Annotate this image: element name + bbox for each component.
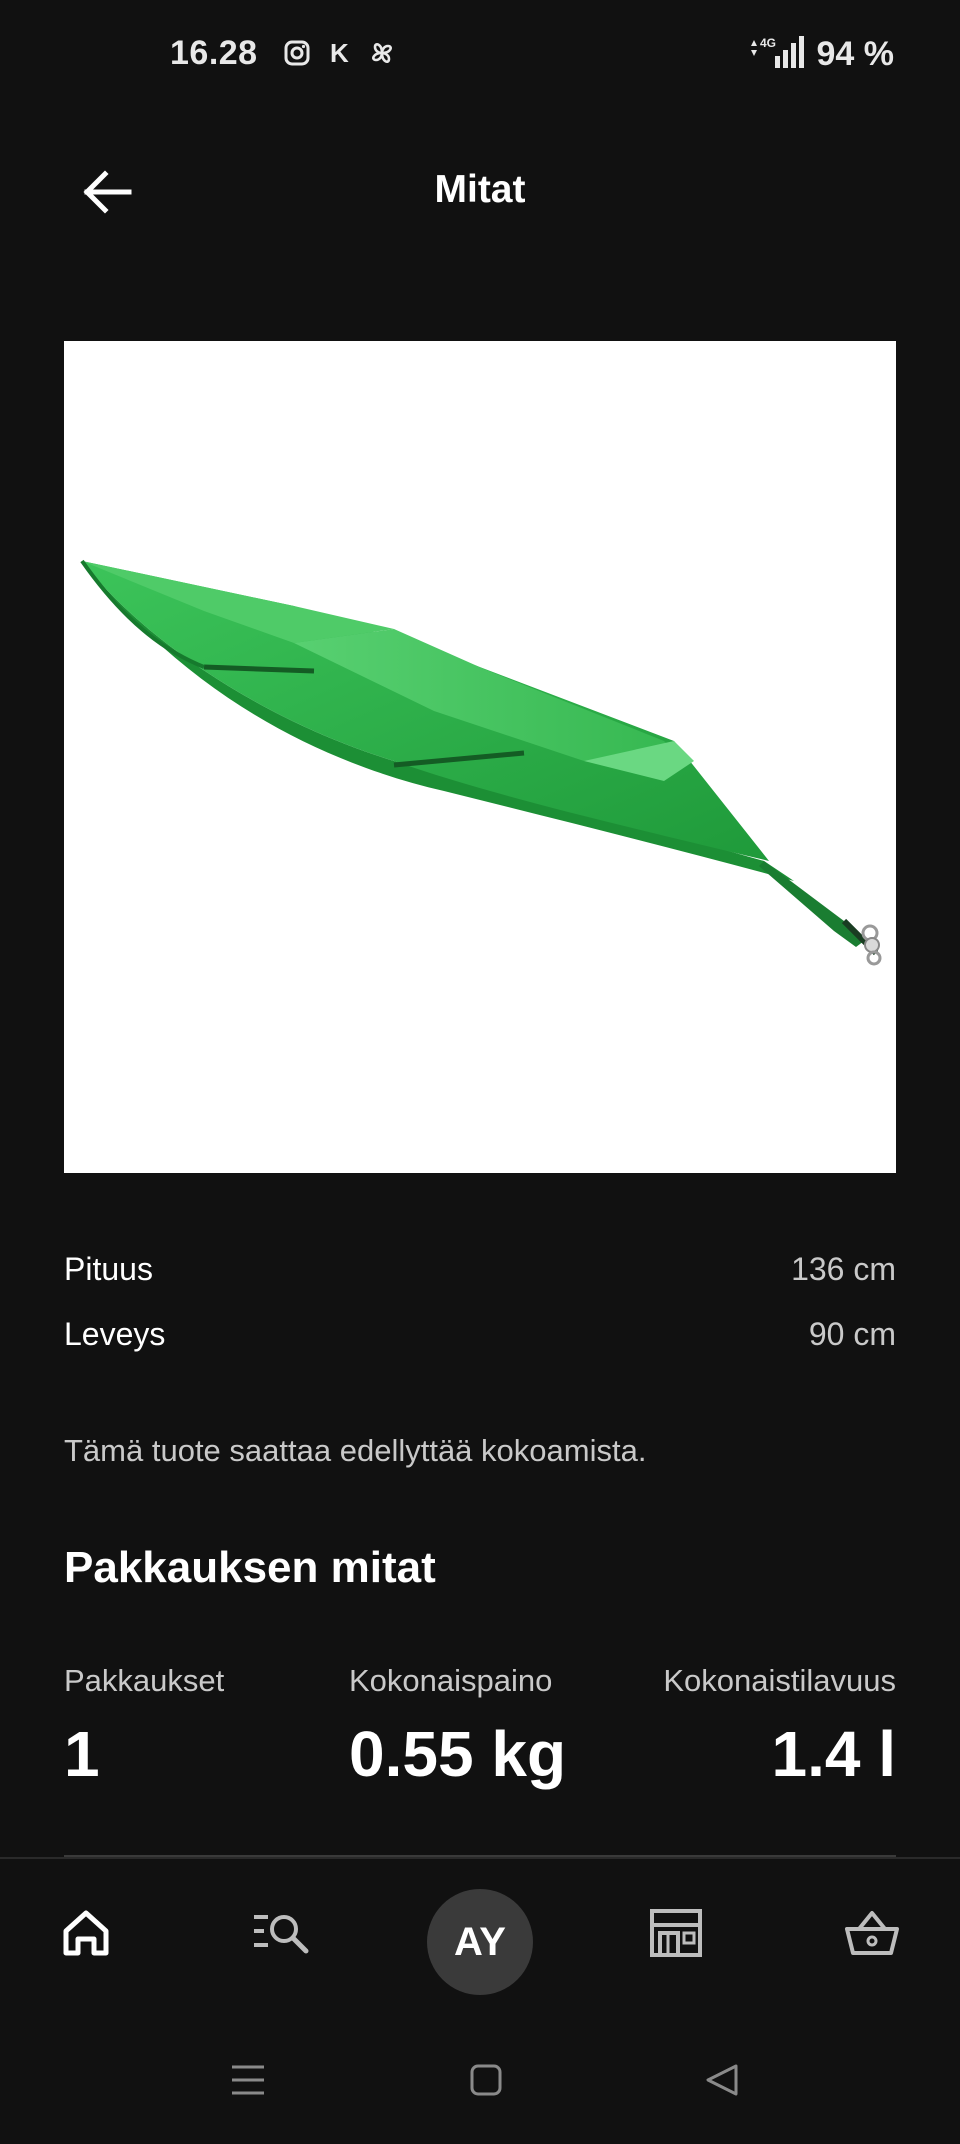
screen: 16.28 K 4G 94 % Mitat Pituus 136 cm Leve… bbox=[0, 0, 960, 2144]
carrier-k-icon: K bbox=[330, 38, 349, 68]
green-canopy-image bbox=[80, 559, 882, 966]
status-right: 4G 94 % bbox=[747, 34, 895, 75]
dimension-value: 90 cm bbox=[808, 1316, 896, 1352]
system-navigation bbox=[0, 2010, 960, 2144]
package-count: Pakkaukset 1 bbox=[64, 1663, 224, 1791]
instagram-icon bbox=[282, 38, 312, 68]
system-back-button[interactable] bbox=[692, 2050, 752, 2110]
status-notification-icons: K bbox=[282, 38, 397, 68]
battery-level: 94 % bbox=[816, 35, 895, 73]
back-triangle-icon bbox=[706, 2064, 738, 2096]
package-volume: Kokonaistilavuus 1.4 l bbox=[663, 1663, 896, 1791]
basket-icon bbox=[845, 1911, 899, 1955]
package-volume-label: Kokonaistilavuus bbox=[663, 1663, 896, 1698]
nav-basket-button[interactable] bbox=[826, 1887, 918, 1979]
dimension-label: Leveys bbox=[64, 1316, 166, 1352]
status-time: 16.28 bbox=[170, 34, 258, 72]
product-image[interactable] bbox=[64, 341, 896, 1173]
package-volume-value: 1.4 l bbox=[771, 1718, 896, 1790]
recent-apps-button[interactable] bbox=[218, 2050, 278, 2110]
assembly-note: Tämä tuote saattaa edellyttää kokoamista… bbox=[64, 1433, 647, 1468]
svg-text:4G: 4G bbox=[760, 36, 776, 50]
recent-apps-icon bbox=[232, 2065, 264, 2095]
package-weight-label: Kokonaispaino bbox=[349, 1663, 553, 1698]
nav-store-button[interactable] bbox=[630, 1887, 722, 1979]
nav-search-button[interactable] bbox=[236, 1887, 328, 1979]
dimension-row-width: Leveys 90 cm bbox=[64, 1316, 896, 1353]
dimension-label: Pituus bbox=[64, 1251, 153, 1287]
pinwheel-icon bbox=[367, 38, 397, 68]
page-title: Mitat bbox=[434, 168, 526, 211]
store-icon bbox=[650, 1909, 702, 1957]
signal-4g-icon: 4G bbox=[747, 34, 809, 75]
avatar[interactable]: AY bbox=[427, 1889, 533, 1995]
dimension-value: 136 cm bbox=[791, 1251, 896, 1287]
nav-home-button[interactable] bbox=[40, 1887, 132, 1979]
package-count-label: Pakkaukset bbox=[64, 1663, 225, 1698]
header: Mitat bbox=[0, 130, 960, 254]
bottom-navigation: AY bbox=[0, 1857, 960, 2007]
home-square-icon bbox=[470, 2064, 502, 2096]
package-count-value: 1 bbox=[64, 1718, 100, 1790]
package-weight-value: 0.55 kg bbox=[349, 1718, 567, 1790]
dimension-row-length: Pituus 136 cm bbox=[64, 1251, 896, 1288]
system-home-button[interactable] bbox=[456, 2050, 516, 2110]
package-weight: Kokonaispaino 0.55 kg bbox=[349, 1663, 566, 1791]
home-icon bbox=[63, 1910, 109, 1956]
status-bar: 16.28 K 4G 94 % bbox=[0, 0, 960, 110]
search-list-icon bbox=[254, 1915, 309, 1954]
package-section-title: Pakkauksen mitat bbox=[64, 1543, 436, 1592]
